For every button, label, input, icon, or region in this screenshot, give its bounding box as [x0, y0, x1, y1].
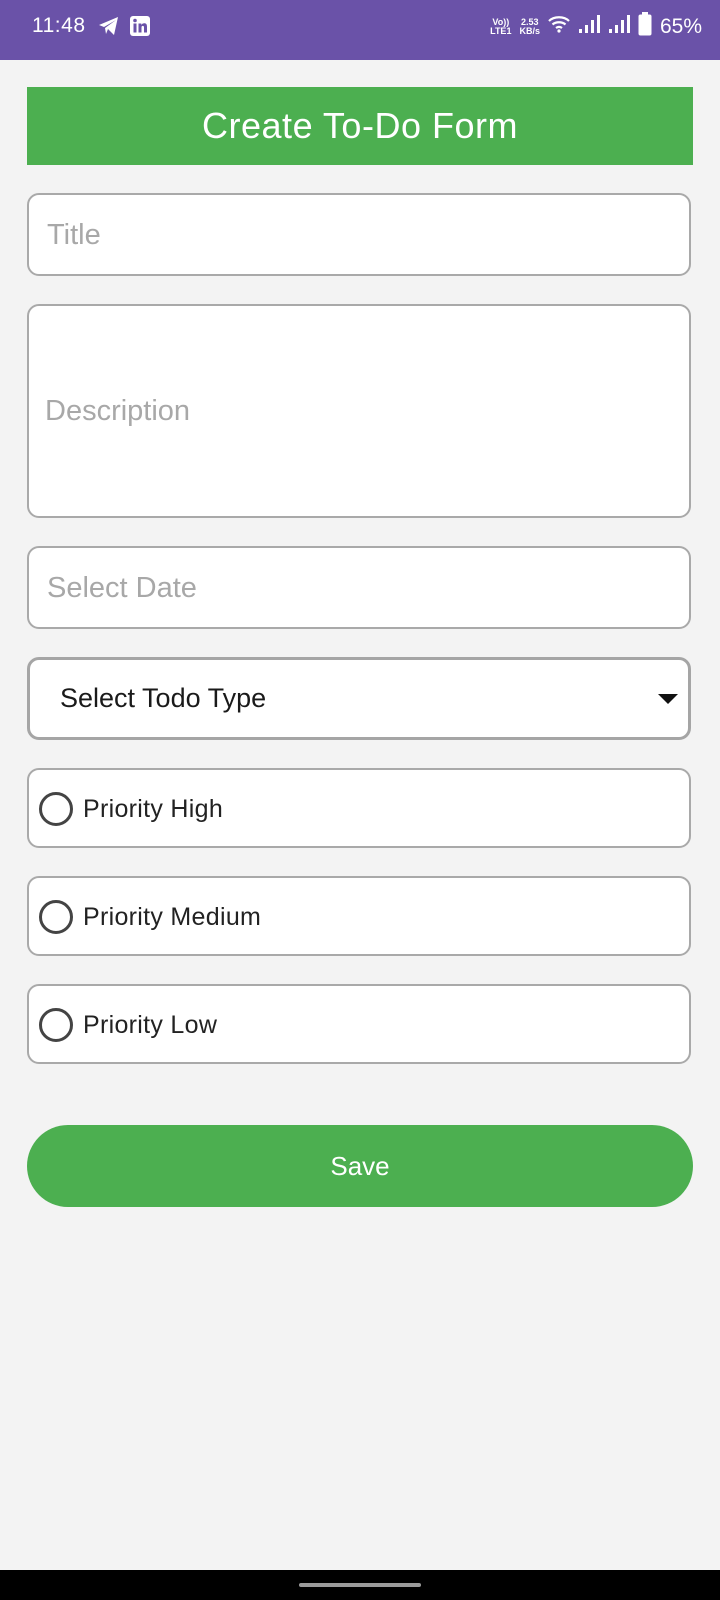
description-field[interactable]: Description — [27, 304, 691, 518]
priority-low-label: Priority Low — [83, 1011, 218, 1039]
radio-button-icon[interactable] — [39, 1008, 73, 1042]
date-input[interactable] — [45, 548, 669, 629]
page-title: Create To-Do Form — [202, 105, 518, 146]
priority-high-label: Priority High — [83, 795, 224, 823]
save-button[interactable]: Save — [27, 1125, 693, 1207]
radio-button-icon[interactable] — [39, 792, 73, 826]
linkedin-icon — [130, 16, 150, 41]
date-field[interactable] — [27, 546, 691, 629]
signal-icon-2 — [608, 14, 630, 39]
notification-icons — [98, 16, 150, 41]
system-icons: Vo)) LTE1 2.53 KB/s 65% — [490, 12, 702, 41]
title-input[interactable] — [45, 195, 669, 276]
wifi-icon — [548, 15, 570, 38]
form-header: Create To-Do Form — [27, 87, 693, 165]
status-time: 11:48 — [32, 14, 86, 37]
description-placeholder: Description — [45, 395, 191, 427]
network-speed: 2.53 KB/s — [519, 16, 540, 36]
telegram-icon — [98, 16, 120, 41]
priority-low-option[interactable]: Priority Low — [27, 984, 691, 1064]
todo-type-select[interactable]: Select Todo Type — [27, 657, 691, 740]
save-label: Save — [330, 1150, 390, 1181]
signal-icon — [578, 14, 600, 39]
volte-indicator: Vo)) LTE1 — [490, 16, 512, 36]
dropdown-arrow-icon — [658, 694, 678, 704]
navigation-bar — [0, 1570, 720, 1600]
radio-button-icon[interactable] — [39, 900, 73, 934]
priority-medium-label: Priority Medium — [83, 903, 262, 931]
todo-type-selected: Select Todo Type — [60, 683, 267, 713]
priority-high-option[interactable]: Priority High — [27, 768, 691, 848]
title-field[interactable] — [27, 193, 691, 276]
screen: 11:48 Vo)) LTE1 2.53 KB/s 65% Create To-… — [0, 0, 720, 1600]
battery-percent: 65% — [659, 14, 702, 38]
status-bar: 11:48 Vo)) LTE1 2.53 KB/s 65% — [0, 0, 720, 60]
priority-medium-option[interactable]: Priority Medium — [27, 876, 691, 956]
home-indicator[interactable] — [299, 1583, 421, 1587]
battery-icon — [638, 12, 652, 41]
